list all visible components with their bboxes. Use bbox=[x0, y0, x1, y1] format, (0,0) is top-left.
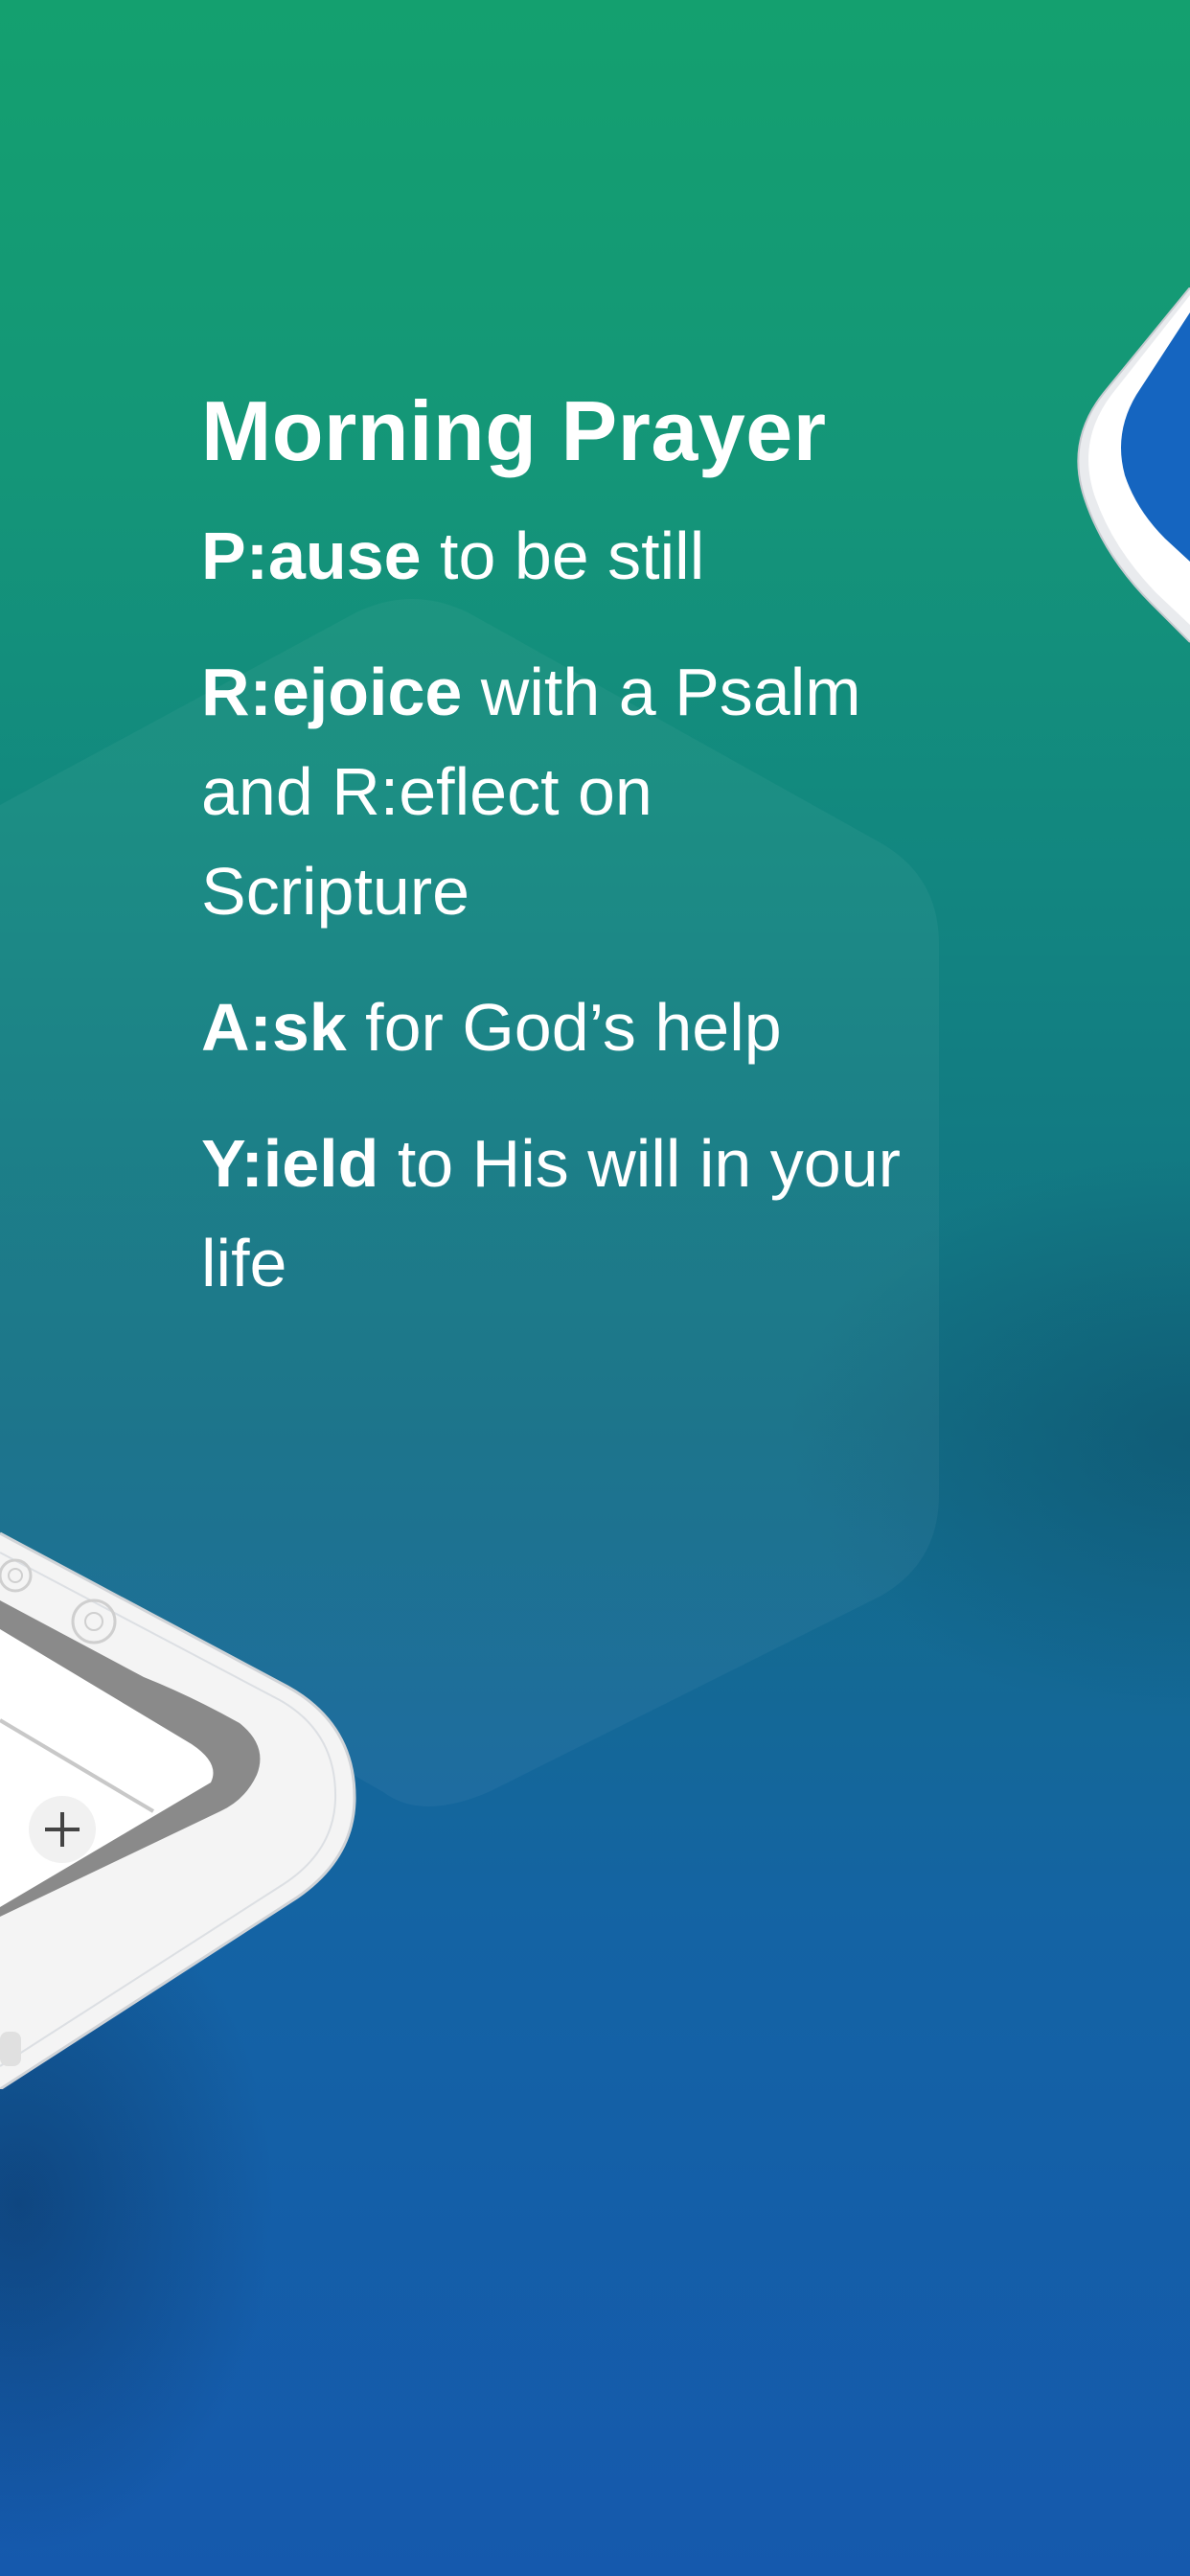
step-key: A:sk bbox=[201, 990, 347, 1065]
plus-icon bbox=[45, 1812, 80, 1847]
step-rejoice: R:ejoice with a Psalm and R:eflect on Sc… bbox=[201, 642, 929, 941]
step-key: R:ejoice bbox=[201, 655, 463, 729]
step-yield: Y:ield to His will in your life bbox=[201, 1114, 929, 1313]
step-text: to be still bbox=[421, 518, 705, 593]
step-key: Y:ield bbox=[201, 1126, 379, 1201]
step-key: P:ause bbox=[201, 518, 422, 593]
phone-mockup-top bbox=[1077, 288, 1190, 643]
page-title: Morning Prayer bbox=[201, 383, 827, 478]
phone-mockup-bottom bbox=[0, 1531, 356, 2089]
add-button[interactable] bbox=[29, 1796, 96, 1863]
step-pause: P:ause to be still bbox=[201, 506, 929, 606]
step-text: for God’s help bbox=[346, 990, 782, 1065]
prayer-steps: Morning Prayer P:ause to be still R:ejoi… bbox=[201, 374, 929, 1349]
step-ask: A:sk for God’s help bbox=[201, 978, 929, 1077]
